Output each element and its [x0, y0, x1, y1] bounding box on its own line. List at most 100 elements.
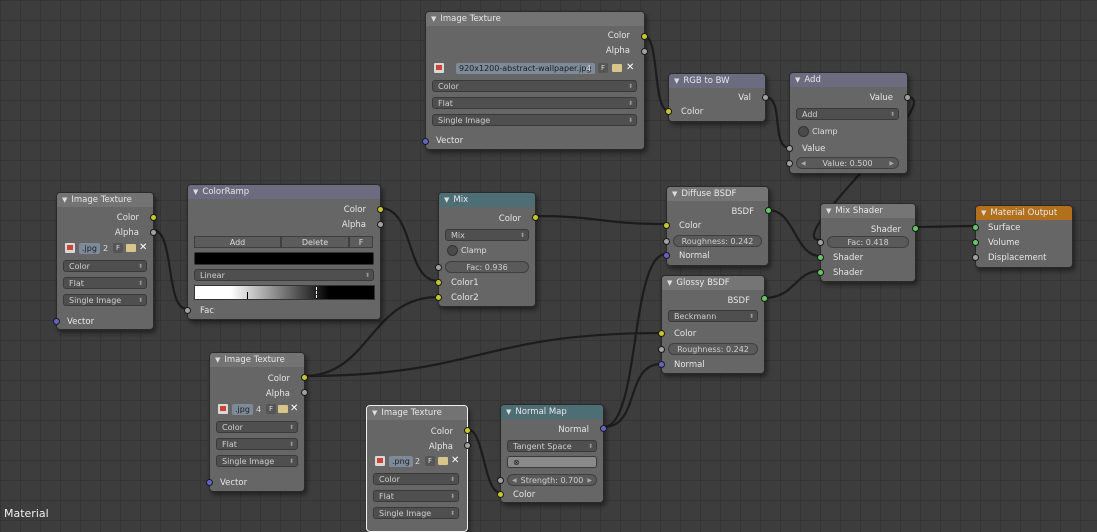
input-color-socket[interactable] — [497, 491, 504, 498]
unlink-image-icon[interactable]: ✕ — [451, 455, 459, 466]
collapse-triangle-icon[interactable]: ▼ — [215, 353, 220, 367]
output-normal-socket[interactable] — [600, 425, 607, 432]
input-normal-socket[interactable] — [663, 252, 670, 259]
fake-user-button[interactable]: F — [598, 63, 608, 73]
color-space-dropdown[interactable]: Color ⬍ — [63, 260, 147, 272]
projection-dropdown[interactable]: Flat ⬍ — [432, 97, 637, 109]
input-color1-socket[interactable] — [435, 279, 442, 286]
input-strength-socket[interactable] — [497, 477, 504, 484]
decrement-arrow-icon[interactable]: ◀ — [801, 158, 806, 170]
image-texture-node-left[interactable]: ▼ Image Texture Color Alpha .jpg 2 F ✕ Co… — [53, 192, 157, 330]
collapse-triangle-icon[interactable]: ▼ — [431, 12, 436, 26]
collapse-triangle-icon[interactable]: ▼ — [981, 206, 986, 220]
material-output-node[interactable]: ▼ Material Output Surface Volume Displace… — [972, 205, 1073, 268]
ramp-add-button[interactable]: Add — [194, 236, 281, 248]
output-color-socket[interactable] — [641, 33, 648, 40]
input-shader-socket-2[interactable] — [817, 269, 824, 276]
collapse-triangle-icon[interactable]: ▼ — [667, 276, 672, 290]
input-fac-socket[interactable] — [184, 307, 191, 314]
output-alpha-socket[interactable] — [377, 221, 384, 228]
output-alpha-socket[interactable] — [641, 48, 648, 55]
input-volume-socket[interactable] — [972, 239, 979, 246]
image-name-field[interactable]: .jpg — [79, 243, 100, 254]
output-val-socket[interactable] — [762, 94, 769, 101]
normal-map-node[interactable]: ▼ Normal Map Normal Tangent Space ⬍ ⊗ ◀ Str… — [497, 404, 607, 503]
input-roughness-socket[interactable] — [663, 238, 670, 245]
uv-map-field[interactable]: ⊗ — [507, 456, 597, 468]
collapse-triangle-icon[interactable]: ▼ — [826, 204, 831, 218]
fake-user-button[interactable]: F — [266, 404, 276, 414]
collapse-triangle-icon[interactable]: ▼ — [372, 406, 377, 420]
input-displacement-socket[interactable] — [972, 254, 979, 261]
output-shader-socket[interactable] — [912, 225, 919, 232]
input-color-socket[interactable] — [663, 222, 670, 229]
clamp-checkbox[interactable] — [798, 126, 809, 137]
input-vector-socket[interactable] — [422, 138, 429, 145]
fac-field[interactable]: Fac: 0.418 — [827, 236, 909, 248]
output-alpha-socket[interactable] — [150, 229, 157, 236]
image-texture-node-top[interactable]: ▼ Image Texture Color Alpha 920x1200-abst… — [422, 11, 648, 150]
node-header[interactable]: ▼ Add — [790, 73, 907, 87]
interpolation-dropdown[interactable]: Linear ⬍ — [194, 269, 374, 281]
color-space-dropdown[interactable]: Color ⬍ — [373, 473, 459, 485]
projection-dropdown[interactable]: Flat ⬍ — [216, 438, 298, 450]
math-operation-dropdown[interactable]: Add ⬍ — [796, 108, 899, 120]
node-header[interactable]: ▼ Image Texture — [426, 12, 644, 26]
ramp-flip-button[interactable]: F — [349, 236, 373, 248]
input-roughness-socket[interactable] — [658, 346, 665, 353]
math-add-node[interactable]: ▼ Add Value Add ⬍ Clamp Value ◀ Value: 0.50… — [786, 72, 911, 174]
open-image-folder-icon[interactable] — [438, 457, 448, 465]
output-color-socket[interactable] — [464, 427, 471, 434]
distribution-dropdown[interactable]: Beckmann ⬍ — [668, 310, 758, 322]
input-vector-socket[interactable] — [206, 479, 213, 486]
node-header[interactable]: ▼ ColorRamp — [188, 185, 380, 199]
source-dropdown[interactable]: Single Image ⬍ — [63, 294, 147, 306]
projection-dropdown[interactable]: Flat ⬍ — [373, 490, 459, 502]
mix-shader-node[interactable]: ▼ Mix Shader Shader Fac: 0.418 Shader Sha… — [817, 203, 919, 282]
image-selector[interactable]: .jpg 4 F ✕ — [218, 403, 300, 416]
collapse-triangle-icon[interactable]: ▼ — [672, 187, 677, 201]
color-ramp-node[interactable]: ▼ ColorRamp Color Alpha Add Delete F Line… — [184, 184, 384, 320]
output-bsdf-socket[interactable] — [765, 207, 772, 214]
input-value-socket-2[interactable] — [786, 160, 793, 167]
image-selector[interactable]: 920x1200-abstract-wallpaper.jpg 4 F ✕ — [434, 62, 638, 75]
value-field[interactable]: ◀ Value: 0.500 ▶ — [796, 157, 899, 169]
mix-rgb-node[interactable]: ▼ Mix Color Mix ⬍ Clamp Fac: 0.936 Color1 … — [435, 192, 539, 307]
image-name-field[interactable]: .png — [389, 456, 413, 467]
output-alpha-socket[interactable] — [301, 389, 308, 396]
unlink-image-icon[interactable]: ✕ — [139, 242, 147, 253]
node-header[interactable]: ▼ Image Texture — [367, 406, 467, 420]
input-color-socket[interactable] — [658, 330, 665, 337]
output-color-socket[interactable] — [150, 214, 157, 221]
roughness-field[interactable]: Roughness: 0.242 — [668, 343, 758, 355]
node-header[interactable]: ▼ Normal Map — [501, 405, 603, 419]
collapse-triangle-icon[interactable]: ▼ — [795, 73, 800, 87]
unlink-image-icon[interactable]: ✕ — [626, 62, 634, 73]
ramp-stop-marker[interactable] — [247, 292, 248, 299]
collapse-triangle-icon[interactable]: ▼ — [193, 185, 198, 199]
output-bsdf-socket[interactable] — [761, 295, 768, 302]
projection-dropdown[interactable]: Flat ⬍ — [63, 277, 147, 289]
image-selector[interactable]: .jpg 2 F ✕ — [65, 242, 149, 255]
input-surface-socket[interactable] — [972, 224, 979, 231]
image-name-field[interactable]: .jpg — [232, 404, 253, 415]
ramp-delete-button[interactable]: Delete — [281, 236, 349, 248]
node-header[interactable]: ▼ RGB to BW — [669, 74, 765, 88]
source-dropdown[interactable]: Single Image ⬍ — [216, 455, 298, 467]
output-color-socket[interactable] — [532, 214, 539, 221]
input-shader-socket-1[interactable] — [817, 254, 824, 261]
node-header[interactable]: ▼ Mix Shader — [821, 204, 915, 218]
ramp-stop-marker-active[interactable] — [316, 287, 318, 298]
output-color-socket[interactable] — [301, 374, 308, 381]
node-header[interactable]: ▼ Mix — [439, 193, 535, 207]
roughness-field[interactable]: Roughness: 0.242 — [673, 235, 762, 247]
node-header[interactable]: ▼ Image Texture — [210, 353, 304, 367]
fake-user-button[interactable]: F — [113, 243, 123, 253]
increment-arrow-icon[interactable]: ▶ — [587, 475, 592, 487]
image-selector[interactable]: .png 2 F ✕ — [375, 455, 461, 468]
clamp-checkbox[interactable] — [447, 245, 458, 256]
input-value-socket-1[interactable] — [786, 145, 793, 152]
collapse-triangle-icon[interactable]: ▼ — [62, 193, 67, 207]
image-browse-icon[interactable] — [434, 63, 444, 73]
open-image-folder-icon[interactable] — [612, 64, 622, 72]
